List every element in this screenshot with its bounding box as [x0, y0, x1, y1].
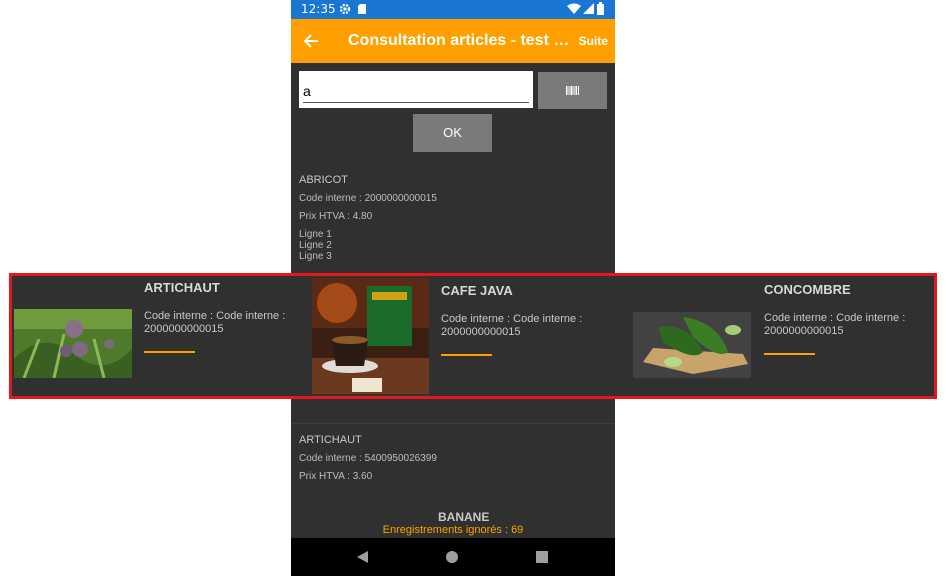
card-title: CONCOMBRE — [764, 282, 851, 297]
coffee-image — [312, 278, 429, 394]
article-price: Prix HTVA : 3.60 — [299, 471, 373, 482]
article-code: Code interne : 5400950026399 — [299, 453, 437, 464]
search-input[interactable] — [303, 79, 529, 103]
nav-back-icon[interactable] — [357, 551, 369, 563]
status-time: 12:35 — [301, 2, 336, 16]
divider — [291, 423, 615, 424]
list-item[interactable]: ARTICHAUT Code interne : 5400950026399 P… — [299, 434, 437, 482]
page-title: Consultation articles - test Suite — [348, 32, 572, 49]
settings-icon — [339, 3, 351, 15]
card-accent-line — [441, 354, 492, 356]
card-title: CAFE JAVA — [441, 283, 513, 298]
nav-home-icon[interactable] — [446, 551, 458, 563]
article-price: Prix HTVA : 4.80 — [299, 211, 373, 222]
card-code: Code interne : Code interne : 2000000000… — [764, 312, 906, 337]
article-lines: Ligne 1 Ligne 2 Ligne 3 — [299, 229, 437, 262]
carousel-card[interactable]: CAFE JAVA Code interne : Code interne : … — [312, 276, 632, 396]
article-line: Ligne 1 — [299, 229, 332, 240]
ok-button[interactable]: OK — [413, 114, 492, 152]
battery-icon — [597, 2, 604, 15]
artichoke-image — [14, 309, 132, 378]
cucumber-image — [633, 312, 751, 378]
search-box — [299, 71, 533, 108]
barcode-scan-button[interactable] — [538, 72, 607, 109]
article-name: BANANE — [438, 510, 490, 524]
signal-icon — [583, 3, 594, 14]
carousel-card[interactable]: CONCOMBRE Code interne : Code interne : … — [632, 276, 934, 396]
highlighted-carousel: ARTICHAUT Code interne : Code interne : … — [9, 273, 937, 399]
app-bar: Consultation articles - test Suite Suite — [291, 19, 615, 63]
suite-button[interactable]: Suite — [579, 34, 608, 48]
navigation-bar — [291, 538, 615, 576]
article-line: Ligne 2 — [299, 240, 332, 251]
status-bar: 12:35 — [291, 0, 615, 19]
carousel-card[interactable]: ARTICHAUT Code interne : Code interne : … — [12, 276, 312, 396]
card-accent-line — [144, 351, 195, 353]
article-code: Code interne : 2000000000015 — [299, 193, 437, 204]
ignored-records-count: Enregistrements ignorés : 69 — [382, 524, 524, 536]
card-code: Code interne : Code interne : 2000000000… — [144, 310, 286, 335]
article-line: Ligne 3 — [299, 251, 332, 262]
back-arrow-icon[interactable] — [303, 33, 319, 49]
card-title: ARTICHAUT — [144, 280, 220, 295]
list-item[interactable]: ABRICOT Code interne : 2000000000015 Pri… — [299, 174, 437, 262]
article-name: ABRICOT — [299, 174, 348, 186]
nav-recents-icon[interactable] — [536, 551, 548, 563]
wifi-icon — [567, 3, 581, 14]
card-code: Code interne : Code interne : 2000000000… — [441, 313, 583, 338]
sd-card-icon — [358, 4, 366, 14]
card-accent-line — [764, 353, 815, 355]
barcode-icon — [566, 86, 579, 95]
article-name: ARTICHAUT — [299, 434, 362, 446]
